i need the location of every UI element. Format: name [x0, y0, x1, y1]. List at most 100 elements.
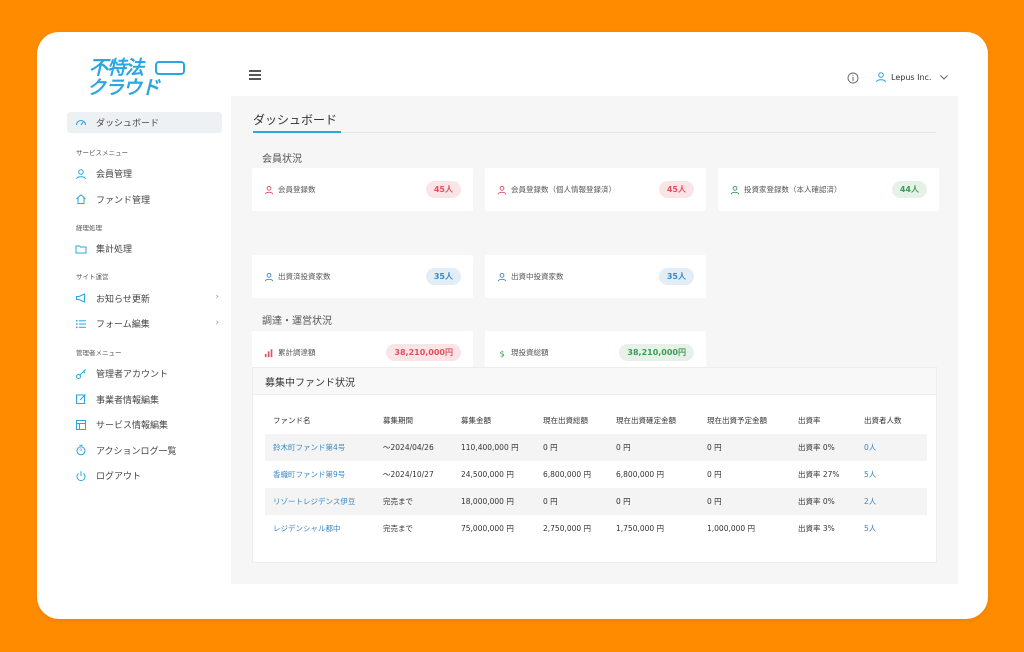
stat-card-member-registrations-personal: 会員登録数（個人情報登録済） 45人 — [485, 168, 706, 211]
hamburger-menu-icon[interactable] — [249, 70, 261, 82]
investor-count-link[interactable]: 0人 — [864, 443, 876, 452]
title-underline — [253, 131, 341, 133]
table-cell: 2,750,000 円 — [543, 524, 592, 533]
stat-card-active-investors: 出資中投資家数 35人 — [485, 255, 706, 298]
stat-value-badge: 35人 — [658, 268, 694, 285]
sidebar-item-logout[interactable]: ログアウト — [67, 465, 227, 487]
sidebar-item-service-info[interactable]: サービス情報編集 — [67, 414, 227, 436]
table-cell: 0 円 — [608, 488, 699, 515]
table-cell: 0 円 — [699, 488, 790, 515]
user-icon — [75, 168, 87, 180]
stat-value-badge: 38,210,000円 — [619, 344, 694, 361]
table-cell: 完売まで — [383, 524, 413, 533]
title-divider — [253, 132, 936, 133]
stat-card-member-registrations: 会員登録数 45人 — [252, 168, 473, 211]
svg-text:$: $ — [500, 348, 505, 358]
stat-value-badge: 44人 — [891, 181, 927, 198]
stat-label: 投資家登録数（本人確認済） — [744, 185, 842, 194]
table-cell: 0 円 — [608, 434, 699, 461]
brand-logo[interactable]: 不特法 クラウド — [87, 59, 195, 101]
chevron-right-icon: › — [215, 317, 219, 328]
stat-value-badge: 45人 — [425, 181, 461, 198]
sidebar-item-label: お知らせ更新 — [96, 294, 150, 305]
sidebar-item-dashboard[interactable]: ダッシュボード — [67, 112, 222, 133]
megaphone-icon — [75, 292, 87, 304]
sidebar-item-news-update[interactable]: お知らせ更新 › — [67, 287, 227, 309]
section-heading-service: サービスメニュー — [76, 148, 128, 157]
sidebar-item-label: 事業者情報編集 — [96, 395, 160, 406]
table-cell: 出資率 0% — [790, 434, 856, 461]
funds-table: ファンド名 募集期間 募集金額 現在出資総額 現在出資確定金額 現在出資予定金額… — [265, 407, 927, 542]
column-header: 募集金額 — [461, 416, 491, 425]
section-heading-site: サイト運営 — [76, 273, 109, 282]
column-header: ファンド名 — [273, 416, 311, 425]
table-cell: 0 円 — [535, 434, 608, 461]
stat-card-investor-registrations: 投資家登録数（本人確認済） 44人 — [718, 168, 939, 211]
user-menu[interactable]: Lepus Inc. — [875, 71, 949, 83]
table-cell: 出資率 3% — [798, 524, 835, 533]
section-title-funding: 調達・運営状況 — [262, 316, 332, 327]
table-cell: 6,800,000 円 — [616, 470, 665, 479]
column-header: 現在出資確定金額 — [616, 416, 676, 425]
list-icon — [75, 318, 87, 330]
stat-label: 出資中投資家数 — [511, 272, 564, 281]
page-title: ダッシュボード — [253, 113, 338, 127]
stat-label: 現投資総額 — [511, 348, 549, 357]
app-window: 不特法 クラウド ダッシュボード サービスメニュー 会員管理 ファンド管理 経理… — [37, 32, 988, 619]
sidebar-item-label: アクションログ一覧 — [96, 446, 177, 457]
fund-name-link[interactable]: レジデンシャル都中 — [273, 524, 341, 533]
sidebar-item-action-log[interactable]: アクションログ一覧 — [67, 439, 227, 461]
chevron-down-icon — [939, 72, 949, 82]
column-header: 現在出資予定金額 — [707, 416, 767, 425]
sidebar-item-aggregation[interactable]: 集計処理 — [67, 238, 227, 260]
column-header: 現在出資総額 — [543, 416, 588, 425]
stat-value-badge: 35人 — [425, 268, 461, 285]
home-icon — [75, 193, 87, 205]
panel-title: 募集中ファンド状況 — [253, 368, 936, 395]
investor-count-link[interactable]: 5人 — [864, 524, 876, 533]
table-cell: 110,400,000 円 — [453, 434, 535, 461]
recruiting-funds-panel: 募集中ファンド状況 ファンド名 募集期間 募集金額 現在出資総額 現在出資確定金… — [252, 367, 937, 563]
fund-name-link[interactable]: 鈴木町ファンド第4号 — [273, 443, 345, 452]
sidebar-item-member-management[interactable]: 会員管理 — [67, 163, 227, 185]
table-row: レジデンシャル都中 完売まで 75,000,000 円 2,750,000 円 … — [265, 515, 927, 542]
stat-label: 会員登録数 — [278, 185, 316, 194]
section-title-members: 会員状況 — [262, 154, 302, 165]
investor-count-link[interactable]: 5人 — [864, 470, 876, 479]
dollar-icon: $ — [497, 348, 507, 358]
column-header: 出資率 — [798, 416, 821, 425]
table-cell: 〜2024/10/27 — [383, 470, 434, 479]
info-icon[interactable] — [847, 69, 859, 84]
fund-name-link[interactable]: リゾートレジデンス伊豆 — [273, 497, 355, 506]
table-cell: 18,000,000 円 — [453, 488, 535, 515]
sidebar-item-admin-account[interactable]: 管理者アカウント — [67, 363, 227, 385]
sidebar: ダッシュボード サービスメニュー 会員管理 ファンド管理 経理処理 集計処理 サ… — [67, 112, 227, 491]
table-cell: 0 円 — [699, 434, 790, 461]
user-icon — [497, 185, 507, 195]
stat-label: 会員登録数（個人情報登録済） — [511, 185, 616, 194]
sidebar-item-label: 会員管理 — [96, 170, 133, 181]
timer-icon — [75, 444, 87, 456]
fund-name-link[interactable]: 香織町ファンド第9号 — [273, 470, 345, 479]
sidebar-item-business-info[interactable]: 事業者情報編集 — [67, 388, 227, 410]
user-icon — [875, 71, 887, 83]
sidebar-item-label: ダッシュボード — [96, 119, 160, 129]
logo-text-bottom: クラウド — [87, 77, 160, 99]
sidebar-item-form-edit[interactable]: フォーム編集 › — [67, 313, 227, 335]
sidebar-item-fund-management[interactable]: ファンド管理 — [67, 188, 227, 210]
table-row: 香織町ファンド第9号 〜2024/10/27 24,500,000 円 6,80… — [265, 461, 927, 488]
table-cell: 0 円 — [535, 488, 608, 515]
section-heading-admin: 管理者メニュー — [76, 348, 122, 357]
logo-badge — [155, 61, 185, 75]
layout-icon — [75, 419, 87, 431]
sidebar-item-label: ログアウト — [96, 472, 142, 483]
sidebar-item-label: 集計処理 — [96, 245, 133, 256]
table-cell: 1,000,000 円 — [707, 524, 756, 533]
table-row: 鈴木町ファンド第4号 〜2024/04/26 110,400,000 円 0 円… — [265, 434, 927, 461]
table-cell: 75,000,000 円 — [461, 524, 514, 533]
table-cell: 6,800,000 円 — [543, 470, 592, 479]
chevron-right-icon: › — [215, 292, 219, 303]
bar-chart-icon — [264, 348, 274, 358]
investor-count-link[interactable]: 2人 — [864, 497, 876, 506]
table-cell: 24,500,000 円 — [461, 470, 514, 479]
